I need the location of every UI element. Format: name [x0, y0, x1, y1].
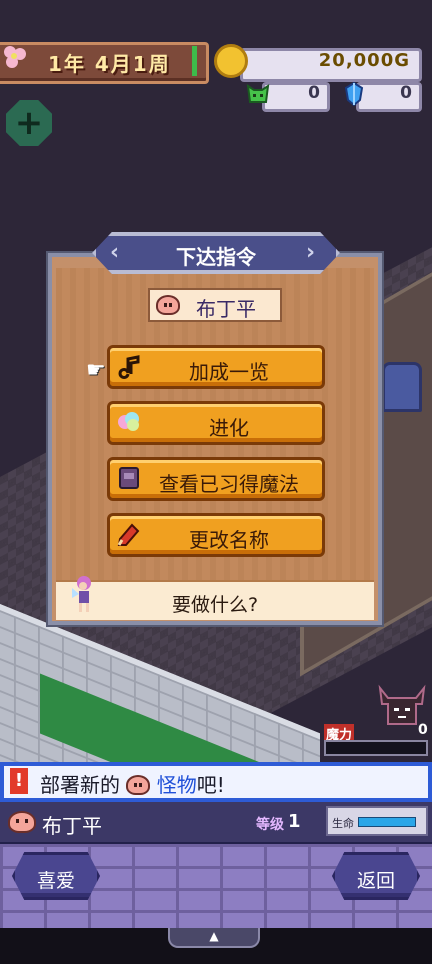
monster-name: 布丁平 [196, 297, 256, 321]
throne-chair [382, 362, 422, 412]
message-part-2: 怪物 [156, 773, 197, 797]
hp-label: 生命 [332, 817, 354, 830]
mana-bar [324, 740, 428, 756]
dialog-title: 下达指令 [176, 245, 256, 269]
date-display: 1年 4月1周 [48, 52, 171, 76]
level-value: 1 [288, 811, 301, 832]
mana-value: 0 [418, 722, 428, 738]
hand-pointer-icon: ☛ [86, 358, 106, 383]
expand-handle[interactable]: ▲ [168, 928, 260, 948]
favorite-label: 喜爱 [36, 870, 75, 892]
blue-crystal-icon [344, 81, 364, 107]
evolve-label: 进化 [209, 416, 249, 440]
message-text: 部署新的 怪物吧! [40, 769, 225, 798]
exclamation-icon: ! [10, 768, 28, 794]
rename-label: 更改名称 [189, 528, 269, 552]
gold-amount: 20,000G [318, 50, 410, 71]
hp-bar [358, 817, 416, 827]
green-demon-icon [246, 83, 270, 103]
slime-icon [156, 295, 180, 315]
gold-coin-icon [214, 44, 248, 78]
slime-avatar-icon [8, 811, 36, 833]
level-label: 等级 [256, 817, 284, 833]
date-marker [192, 46, 197, 76]
slime-icon [126, 775, 151, 795]
message-part-1: 部署新的 [40, 773, 120, 797]
plus-icon: + [14, 103, 44, 143]
chevron-up-icon: ▲ [209, 929, 219, 943]
bonus-list-label: 加成一览 [189, 360, 269, 384]
resource-amount-1: 0 [308, 83, 320, 103]
learned-magic-label: 查看已习得魔法 [159, 472, 299, 496]
status-monster-name: 布丁平 [42, 814, 102, 838]
back-label: 返回 [356, 870, 395, 892]
resource-amount-2: 0 [400, 83, 412, 103]
message-part-3: 吧! [196, 773, 225, 797]
prompt-text: 要做什么? [171, 594, 259, 616]
flower-icon [4, 46, 26, 68]
